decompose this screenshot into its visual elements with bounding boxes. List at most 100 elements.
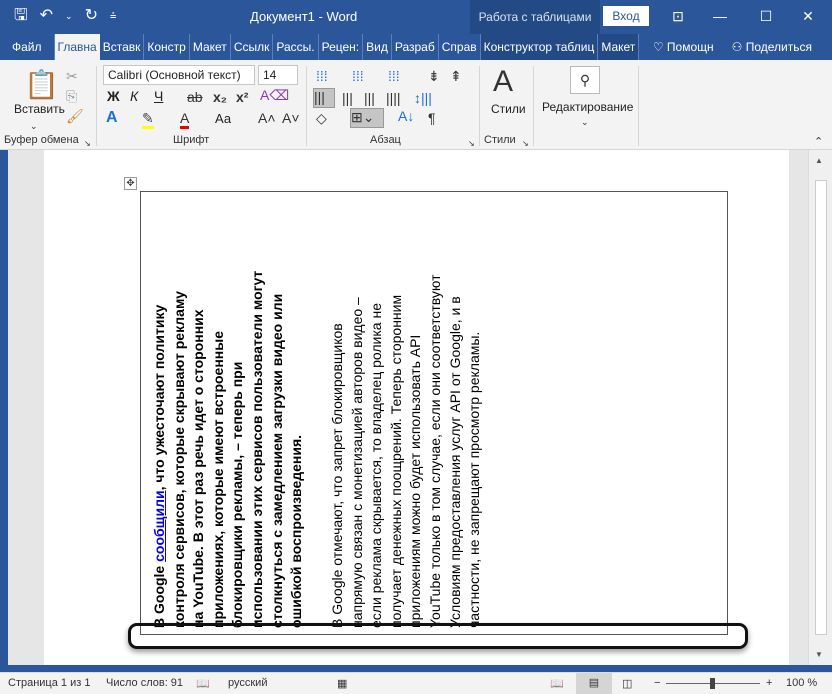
styles-icon[interactable]: A	[493, 66, 513, 98]
scroll-thumb[interactable]	[815, 180, 827, 635]
table-move-handle[interactable]: ✥	[124, 177, 137, 190]
web-layout-icon[interactable]: ◫	[622, 677, 632, 690]
editing-button[interactable]: Редактирование	[542, 100, 633, 114]
shrink-font-icon[interactable]: A˅	[282, 110, 300, 126]
highlight-icon[interactable]: ✎	[142, 110, 154, 129]
separator	[96, 66, 97, 146]
save-icon[interactable]: 🖫	[14, 6, 28, 26]
font-name-select[interactable]: Calibri (Основной текст)	[103, 65, 255, 85]
tab-file[interactable]: Файл	[0, 34, 55, 60]
decrease-indent-icon[interactable]: ⇟	[428, 68, 440, 84]
word-count[interactable]: Число слов: 91	[106, 677, 183, 689]
tab-insert[interactable]: Вставк	[100, 34, 145, 60]
zoom-out-button[interactable]: −	[654, 677, 660, 689]
document-line: приложениях, которые имеют встроенные	[209, 331, 226, 628]
zoom-in-button[interactable]: +	[766, 677, 772, 689]
format-painter-icon[interactable]: 🖌	[66, 108, 84, 124]
group-paragraph-label: Абзац	[370, 134, 401, 146]
align-right-icon[interactable]: |||	[364, 90, 375, 106]
separator	[638, 66, 639, 146]
numbering-icon[interactable]: ⁞⁞⁞	[352, 68, 364, 84]
grow-font-icon[interactable]: A˄	[258, 110, 276, 126]
read-mode-icon[interactable]: 📖	[550, 677, 564, 690]
align-center-icon[interactable]: |||	[342, 90, 353, 106]
vertical-scrollbar[interactable]: ▲ ▼	[808, 150, 832, 665]
tab-table-layout[interactable]: Макет	[598, 34, 640, 60]
line-text: , что ужесточают политику	[151, 304, 167, 491]
scroll-down-icon[interactable]: ▼	[815, 650, 823, 659]
underline-button[interactable]: Ч	[154, 88, 163, 104]
paste-button[interactable]: Вставить	[14, 102, 65, 116]
tab-references[interactable]: Ссылк	[231, 34, 274, 60]
tab-review[interactable]: Рецен:	[319, 34, 364, 60]
tab-home[interactable]: Главна	[54, 34, 100, 60]
maximize-button[interactable]: ☐	[748, 4, 784, 28]
close-button[interactable]: ✕	[790, 4, 826, 28]
bullets-icon[interactable]: ⁞⁞⁞	[316, 68, 328, 84]
cut-icon[interactable]: ✂	[66, 68, 78, 84]
tab-developer[interactable]: Разраб	[392, 34, 439, 60]
tab-help[interactable]: Справ	[439, 34, 481, 60]
page-count[interactable]: Страница 1 из 1	[8, 677, 90, 689]
document-line: столкнуться с замедлением загрузки видео…	[268, 293, 285, 628]
document-line: ошибкой воспроизведения.	[288, 434, 305, 628]
superscript-icon[interactable]: x²	[236, 89, 248, 105]
undo-icon[interactable]: ↶	[40, 6, 53, 26]
tell-me-button[interactable]: ♡ Помощн	[653, 40, 714, 54]
zoom-level[interactable]: 100 %	[786, 677, 817, 689]
print-layout-icon[interactable]: ▤	[576, 673, 612, 694]
paste-icon[interactable]: 📋	[24, 70, 59, 100]
multilevel-list-icon[interactable]: ⁞⁞⁞	[388, 68, 400, 84]
text-effects-icon[interactable]: A	[106, 110, 118, 126]
increase-indent-icon[interactable]: ⇞	[450, 68, 462, 84]
hyperlink[interactable]: сообщили	[151, 490, 167, 561]
borders-icon[interactable]: ⊞⌄	[350, 108, 384, 128]
copy-icon[interactable]: ⎘	[66, 88, 77, 104]
redo-icon[interactable]: ↻	[85, 6, 98, 26]
customize-icon[interactable]: ⩮	[110, 6, 116, 26]
sort-icon[interactable]: A↓	[398, 108, 414, 124]
zoom-slider-thumb[interactable]	[710, 678, 715, 689]
clear-formatting-icon[interactable]: A⌫	[260, 87, 289, 103]
strikethrough-icon[interactable]: ab	[187, 89, 203, 105]
sign-in-button[interactable]: Вход	[603, 6, 649, 26]
bold-button[interactable]: Ж	[107, 88, 120, 104]
line-spacing-icon[interactable]: ↕|||	[414, 90, 432, 106]
italic-button[interactable]: К	[130, 88, 138, 104]
minimize-button[interactable]: —	[702, 4, 738, 28]
tab-table-design[interactable]: Конструктор таблиц	[480, 34, 599, 60]
styles-button[interactable]: Стили	[491, 102, 526, 116]
language[interactable]: русский	[228, 677, 267, 689]
search-icon[interactable]: ⚲	[570, 66, 600, 94]
font-color-icon[interactable]: A	[180, 110, 190, 129]
change-case-button[interactable]: Аа	[215, 111, 231, 126]
proofing-icon[interactable]: 📖	[196, 677, 210, 690]
ribbon-display-icon[interactable]: ⊡	[660, 4, 696, 28]
font-size-select[interactable]: 14	[258, 65, 298, 85]
chevron-down-icon[interactable]: ⌄	[581, 114, 589, 130]
scroll-up-icon[interactable]: ▲	[815, 156, 823, 165]
subscript-icon[interactable]: x₂	[213, 89, 227, 105]
shading-icon[interactable]: ◇	[316, 110, 327, 126]
document-line: частности, не запрещают просмотр рекламы…	[466, 331, 483, 628]
tab-layout[interactable]: Макет	[190, 34, 231, 60]
tab-view[interactable]: Вид	[363, 34, 392, 60]
collapse-ribbon-icon[interactable]: ⌃	[814, 134, 823, 150]
group-styles-label: Стили	[484, 134, 516, 146]
tab-design[interactable]: Констр	[144, 34, 190, 60]
accessibility-icon[interactable]: ▦	[337, 677, 347, 690]
ribbon: 📋 Вставить ⌄ ✂ ⎘ 🖌 Буфер обмена ↘ Calibr…	[0, 60, 832, 150]
status-bar: Страница 1 из 1 Число слов: 91 📖 русский…	[0, 672, 832, 694]
paste-dropdown-icon[interactable]: ⌄	[30, 118, 38, 134]
separator	[533, 66, 534, 146]
justify-icon[interactable]: ||||	[386, 90, 401, 106]
tab-mailings[interactable]: Рассы.	[273, 34, 319, 60]
annotation-highlight-frame	[128, 623, 748, 649]
undo-dropdown-icon[interactable]: ⌄	[65, 6, 73, 26]
quick-access-toolbar: 🖫 ↶ ⌄ ↻ ⩮	[14, 6, 116, 26]
document-line: если реклама скрывается, то владелец рол…	[368, 303, 385, 628]
show-formatting-icon[interactable]: ¶	[428, 110, 436, 126]
share-button[interactable]: ⚇ Поделиться	[732, 40, 812, 54]
document-line: приложениям можно будет использовать API	[407, 334, 424, 628]
align-left-icon[interactable]: |||	[313, 88, 335, 108]
